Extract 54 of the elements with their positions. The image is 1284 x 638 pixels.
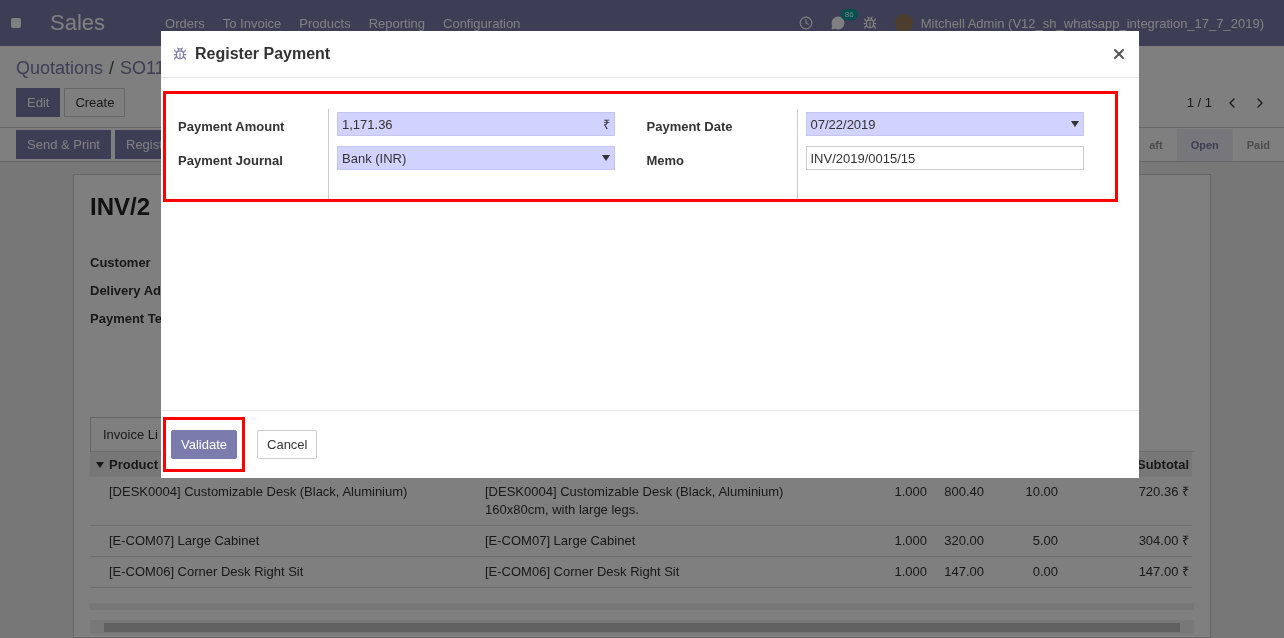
input-field[interactable]: INV/2019/0015/15 <box>805 146 1084 170</box>
field-label: Payment Date <box>646 118 734 136</box>
breadcrumb-current: SO11 <box>120 58 165 79</box>
caret-icon <box>96 461 104 468</box>
pager: 1 / 1 <box>1186 95 1212 110</box>
column-header[interactable]: Product <box>109 457 159 472</box>
input-field[interactable]: 1,171.36 ₹ <box>337 112 615 136</box>
user-menu[interactable]: Mitchell Admin (V12_sh_whatsapp_integration_17_7_2019) <box>920 15 1264 31</box>
table-cell: 147.00 <box>930 557 987 588</box>
field-label: Delivery Ad <box>90 283 163 300</box>
table-cell: [E-COM06] Corner Desk Right Sit <box>90 557 485 588</box>
edit-button[interactable]: Edit <box>16 88 61 117</box>
invoice-title: INV/2 <box>90 193 152 221</box>
close-button[interactable] <box>1111 46 1127 62</box>
field-label: Payment Journal <box>178 152 284 170</box>
date-field[interactable]: 07/22/2019 <box>805 112 1084 136</box>
table-cell: [E-COM06] Corner Desk Right Sit <box>485 557 815 588</box>
status-stage[interactable]: Open <box>1176 128 1233 161</box>
avatar <box>894 14 913 32</box>
breadcrumb-link[interactable]: Quotations <box>16 58 104 79</box>
chat-icon[interactable] <box>830 16 845 30</box>
app-name: Sales <box>50 10 106 36</box>
table-cell: 0.00 <box>987 557 1061 588</box>
journal-select[interactable]: Bank (INR) <box>337 146 615 170</box>
header-button[interactable]: Send & Print <box>16 130 111 159</box>
table-cell: [E-COM07] Large Cabinet <box>485 526 815 557</box>
clock-icon[interactable] <box>798 16 813 30</box>
table-cell: 1.000 <box>815 557 930 588</box>
horizontal-scrollbar[interactable] <box>90 620 1194 634</box>
menu-item[interactable]: Products <box>299 15 351 31</box>
currency-symbol: ₹ <box>603 116 610 133</box>
validate-button[interactable]: Validate <box>171 430 237 459</box>
bug-icon <box>173 47 187 61</box>
table-cell: 320.00 <box>930 526 987 557</box>
table-cell: 147.00 ₹ <box>1061 557 1192 588</box>
menu-item[interactable]: Orders <box>165 15 205 31</box>
apps-icon[interactable] <box>10 17 22 29</box>
breadcrumb-separator: / <box>109 58 115 79</box>
dialog-title: Register Payment <box>195 45 331 63</box>
menu-item[interactable]: To Invoice <box>222 15 282 31</box>
message-count: 86 <box>840 9 858 20</box>
field-label: Payment Amount <box>178 118 286 136</box>
table-cell: [E-COM07] Large Cabinet <box>90 526 485 557</box>
bug-icon[interactable] <box>862 16 877 30</box>
table-cell: 1.000 <box>815 526 930 557</box>
table-cell: 304.00 ₹ <box>1061 526 1192 557</box>
cancel-button[interactable]: Cancel <box>257 430 318 459</box>
create-button[interactable]: Create <box>64 88 126 117</box>
field-label: Customer <box>90 255 152 272</box>
field-label: Memo <box>646 152 686 170</box>
menu-item[interactable]: Reporting <box>368 15 425 31</box>
field-label: Payment Te <box>90 311 163 328</box>
table-cell: 5.00 <box>987 526 1061 557</box>
menu-item[interactable]: Configuration <box>443 15 521 31</box>
